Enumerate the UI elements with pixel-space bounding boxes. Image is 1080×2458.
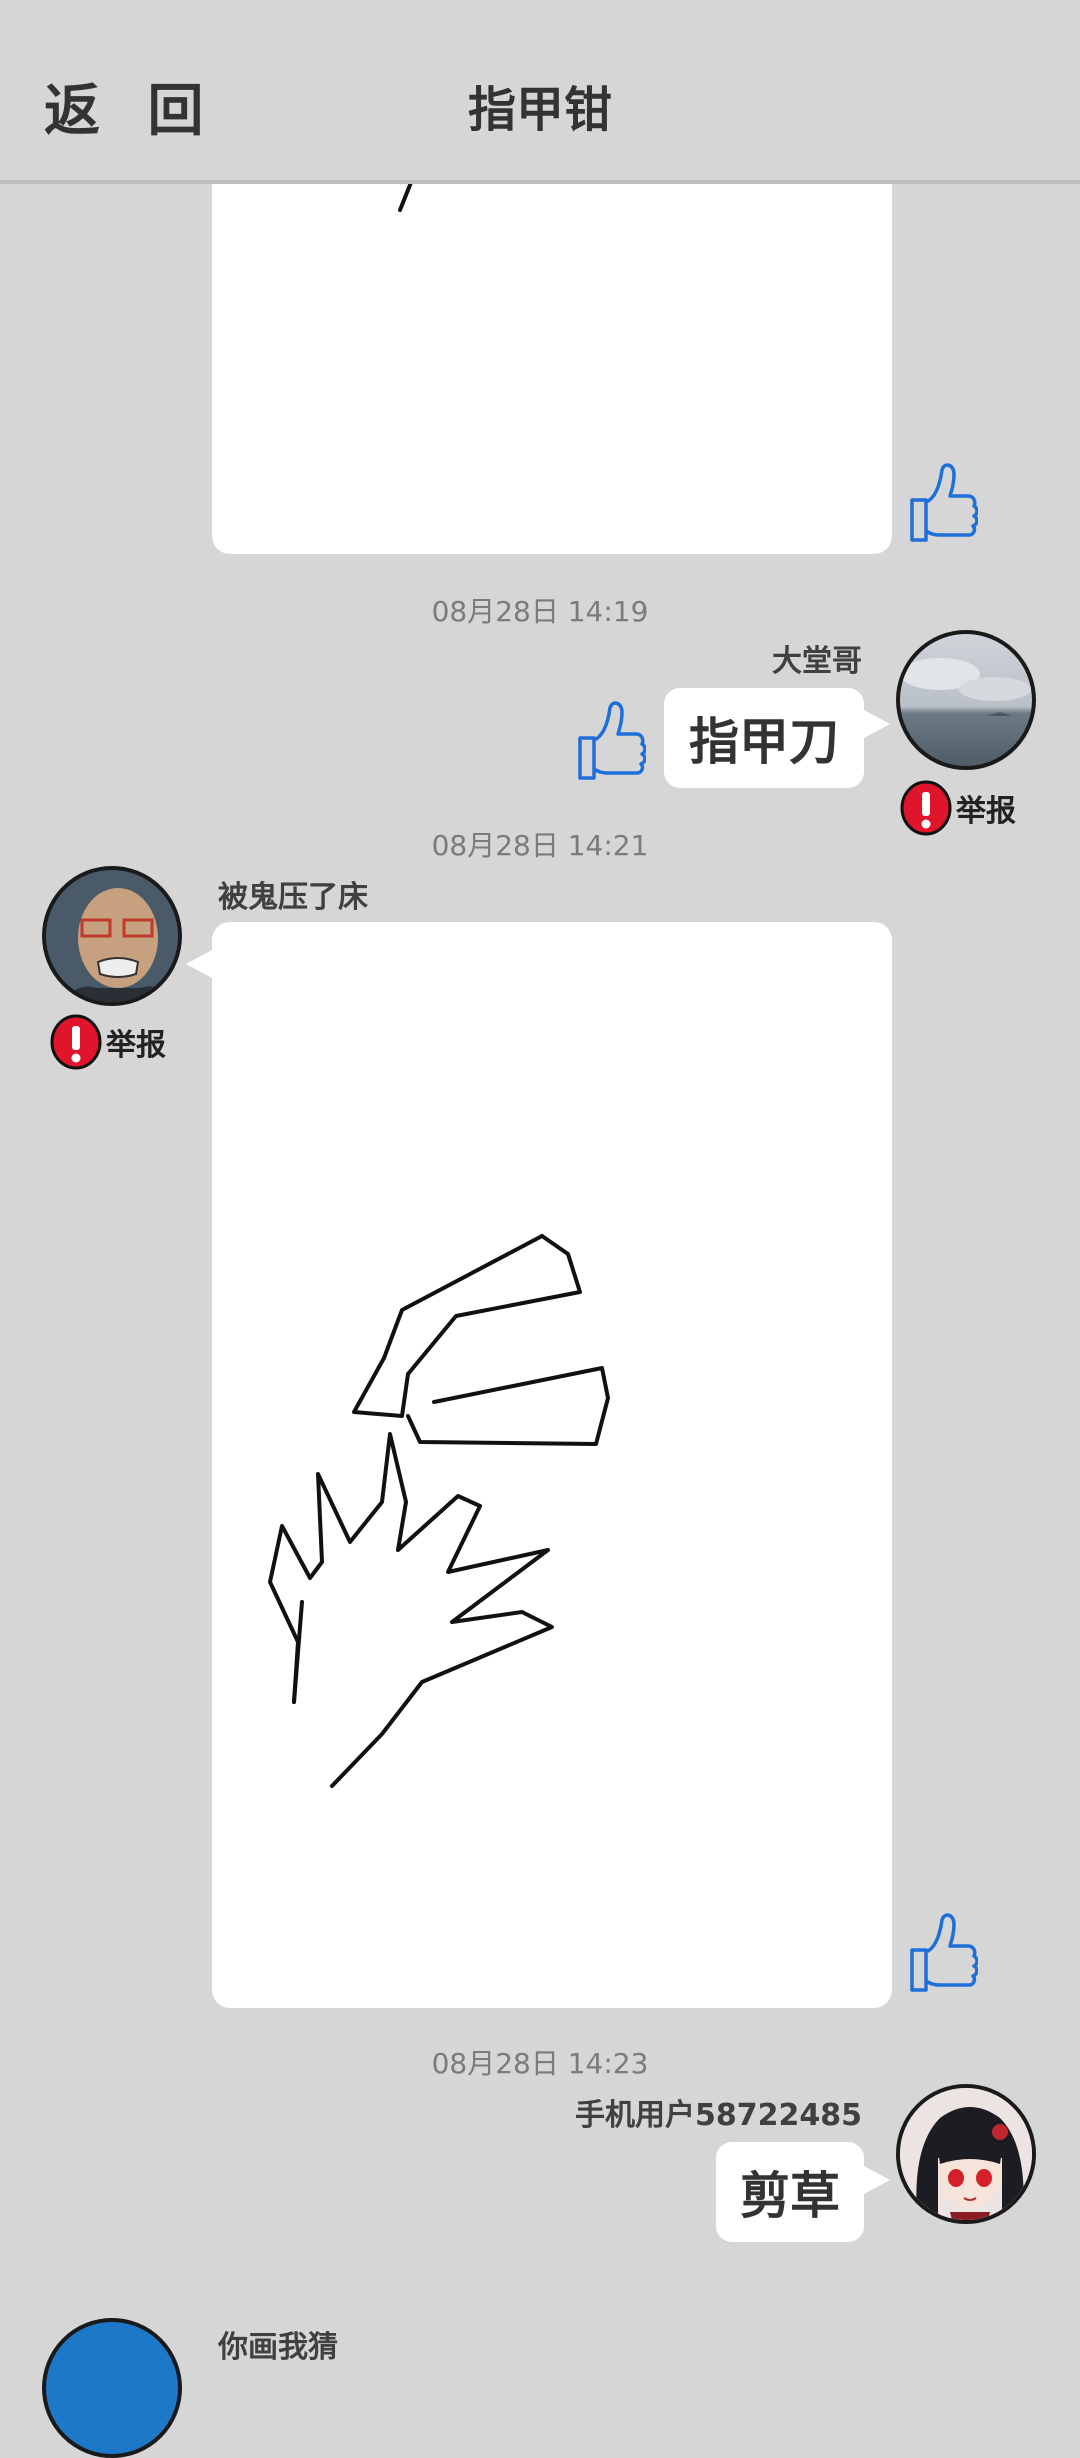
message-bubble[interactable]: 剪草 — [716, 2142, 864, 2242]
bubble-tail — [864, 2166, 890, 2194]
like-icon[interactable] — [906, 460, 978, 546]
report-button[interactable]: 举报 — [50, 1014, 166, 1070]
avatar[interactable] — [42, 2318, 182, 2458]
bubble-tail — [864, 710, 890, 738]
message-timestamp: 08月28日 14:23 — [431, 2047, 649, 2080]
avatar[interactable] — [896, 630, 1036, 770]
drawing-card[interactable] — [212, 150, 892, 554]
message-author: 大堂哥 — [772, 644, 862, 679]
like-icon[interactable] — [574, 698, 646, 784]
drawing-card[interactable] — [212, 922, 892, 2008]
bubble-tail — [186, 950, 212, 978]
like-icon[interactable] — [906, 1910, 978, 1996]
message-author: 你画我猜 — [218, 2330, 338, 2365]
message-timestamp: 08月28日 14:21 — [431, 829, 649, 862]
app-header: 返 回 指甲钳 — [0, 0, 1080, 184]
page-title: 指甲钳 — [467, 82, 612, 138]
report-label: 举报 — [106, 1028, 166, 1063]
message-timestamp: 08月28日 14:19 — [431, 595, 649, 628]
character-portrait — [46, 870, 178, 1002]
drawing-canvas — [398, 178, 414, 212]
exclamation-icon — [50, 1014, 102, 1070]
avatar[interactable] — [42, 866, 182, 1006]
avatar[interactable] — [896, 2084, 1036, 2224]
message-author: 手机用户58722485 — [575, 2098, 862, 2133]
drawing-canvas — [268, 1234, 610, 1788]
message-author: 被鬼压了床 — [218, 880, 368, 915]
sea-photo — [900, 658, 1031, 716]
message-bubble[interactable]: 指甲刀 — [664, 688, 864, 788]
anime-portrait — [900, 2088, 1032, 2220]
